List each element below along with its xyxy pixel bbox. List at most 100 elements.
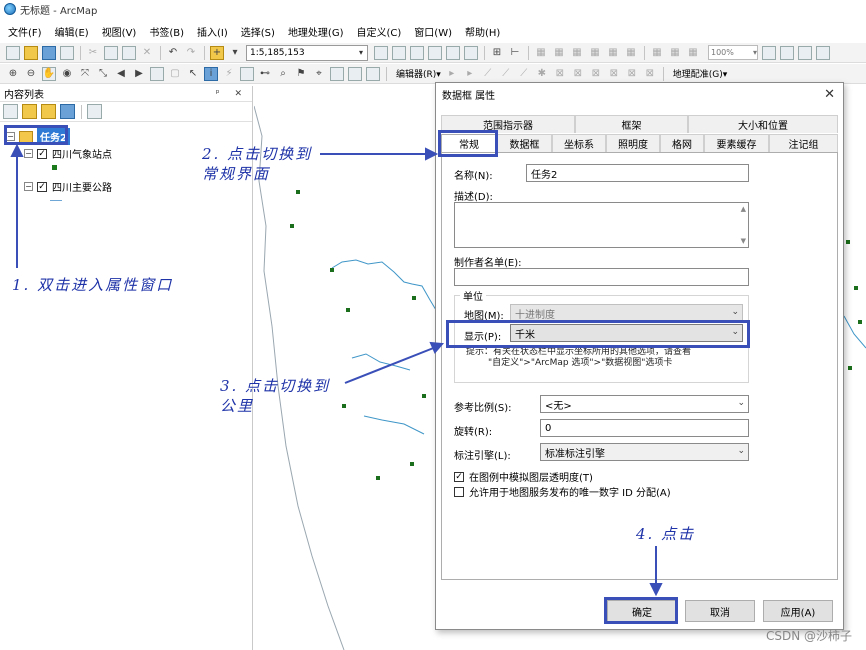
html-popup-icon[interactable] [240,66,254,81]
apply-button[interactable]: 应用(A) [763,600,833,622]
go-forward-icon[interactable]: ▶ [132,67,146,81]
layout-tool-5-icon[interactable]: ▦ [606,46,620,60]
reference-scale-select[interactable]: <无> ⌄ [540,395,749,413]
edit-tool-6-icon[interactable]: ✱ [535,67,549,81]
simulate-transparency-checkbox[interactable]: ✓ [454,471,464,482]
unique-id-checkbox[interactable] [454,486,464,497]
menu-bookmarks[interactable]: 书签(B) [149,24,184,39]
edit-tool-4-icon[interactable]: ⟋ [499,67,513,81]
layout-tool-4-icon[interactable]: ▦ [588,46,602,60]
find-route-icon[interactable]: ⚑ [294,67,308,81]
scroll-down-icon[interactable]: ▼ [741,237,746,245]
tab-illumination[interactable]: 照明度 [606,134,660,152]
layout-tool-2-icon[interactable]: ▦ [552,46,566,60]
edit-tool-1-icon[interactable]: ▸ [445,67,459,81]
python-window-icon[interactable] [464,45,478,60]
toolbar-end-icon[interactable] [366,66,380,81]
layout-zoom-combo[interactable]: 100% ▾ [708,45,758,60]
simulate-transparency-row[interactable]: ✓ 在图例中模拟图层透明度(T) [454,469,593,484]
new-document-icon[interactable] [6,45,20,60]
layer-name[interactable]: 四川气象站点 [52,146,112,161]
print-icon[interactable] [60,45,74,60]
tab-coordinate-system[interactable]: 坐标系 [552,134,606,152]
layer-visibility-checkbox[interactable]: ✓ [37,181,47,192]
label-engine-select[interactable]: 标准标注引擎 ⌄ [540,443,749,461]
layout-extra-icon[interactable] [816,45,830,60]
zoom-in-icon[interactable]: ⊕ [6,67,20,81]
menu-customize[interactable]: 自定义(C) [357,24,402,39]
data-driven-pages-icon[interactable] [798,45,812,60]
edit-tool-7-icon[interactable]: ⊠ [553,67,567,81]
menu-windows[interactable]: 窗口(W) [414,24,452,39]
layer-row[interactable]: − ✓ 四川气象站点 [24,146,112,161]
search-window-icon[interactable] [428,45,442,60]
list-by-drawing-order-icon[interactable] [3,104,18,119]
collapse-icon[interactable]: − [24,149,33,158]
edit-tool-10-icon[interactable]: ⊠ [607,67,621,81]
go-to-xy-icon[interactable]: ⌖ [312,67,326,81]
tab-feature-cache[interactable]: 要素缓存 [704,134,769,152]
bar-tool-icon[interactable]: ⊢ [508,46,522,60]
cut-icon[interactable]: ✂ [86,46,100,60]
time-slider-icon[interactable] [330,66,344,81]
delete-icon[interactable]: ✕ [140,46,154,60]
map-scale-combo[interactable]: 1:5,185,153 ▾ [246,44,368,61]
undo-icon[interactable]: ↶ [166,46,180,60]
tab-frame[interactable]: 框架 [575,115,688,133]
list-by-source-icon[interactable] [22,104,37,119]
menu-view[interactable]: 视图(V) [102,24,137,39]
layout-tool-3-icon[interactable]: ▦ [570,46,584,60]
menu-geoprocessing[interactable]: 地理处理(G) [288,24,344,39]
copy-icon[interactable] [104,45,118,60]
layer-row[interactable]: − ✓ 四川主要公路 [24,179,112,194]
tab-size-and-position[interactable]: 大小和位置 [688,115,838,133]
edit-tool-12-icon[interactable]: ⊠ [643,67,657,81]
select-features-icon[interactable] [150,66,164,81]
layout-tool-9-icon[interactable]: ▦ [686,46,700,60]
unique-id-row[interactable]: 允许用于地图服务发布的唯一数字 ID 分配(A) [454,484,671,499]
find-icon[interactable]: ⌕ [276,67,290,81]
tab-grids[interactable]: 格网 [660,134,704,152]
menu-insert[interactable]: 插入(I) [197,24,228,39]
select-elements-icon[interactable]: ↖ [186,67,200,81]
toc-options-icon[interactable] [87,104,102,119]
scroll-up-icon[interactable]: ▲ [741,205,746,213]
georeferencing-menu[interactable]: 地理配准(G)▾ [673,67,728,80]
clear-selection-icon[interactable]: ▢ [168,67,182,81]
add-data-dropdown-icon[interactable]: ▾ [228,46,242,60]
change-layout-icon[interactable] [780,45,794,60]
fixed-zoom-out-icon[interactable]: ⤡ [96,67,110,81]
toc-window-controls[interactable]: ᵖ ✕ [216,89,248,99]
edit-tool-3-icon[interactable]: ⟋ [481,67,495,81]
catalog-icon[interactable] [410,45,424,60]
arctoolbox-icon[interactable] [446,45,460,60]
edit-tool-2-icon[interactable]: ▸ [463,67,477,81]
rotation-field[interactable]: 0 [540,419,749,437]
list-by-selection-icon[interactable] [60,104,75,119]
editor-toolbar-icon[interactable] [374,45,388,60]
layout-tool-1-icon[interactable]: ▦ [534,46,548,60]
cancel-button[interactable]: 取消 [685,600,755,622]
tab-annotation-groups[interactable]: 注记组 [769,134,838,152]
zoom-out-icon[interactable]: ⊖ [24,67,38,81]
fixed-zoom-in-icon[interactable]: ⤧ [78,67,92,81]
layout-tool-7-icon[interactable]: ▦ [650,46,664,60]
identify-icon[interactable]: i [204,66,218,81]
full-extent-icon[interactable]: ◉ [60,67,74,81]
menu-edit[interactable]: 编辑(E) [55,24,89,39]
menu-help[interactable]: 帮助(H) [465,24,500,39]
save-icon[interactable] [42,45,56,60]
credits-field[interactable] [454,268,749,286]
description-textarea[interactable]: ▲ ▼ [454,202,749,248]
go-back-icon[interactable]: ◀ [114,67,128,81]
layout-view-icon[interactable] [762,45,776,60]
edit-tool-8-icon[interactable]: ⊠ [571,67,585,81]
create-viewer-icon[interactable] [348,66,362,81]
open-icon[interactable] [24,45,38,60]
paste-icon[interactable] [122,45,136,60]
edit-tool-9-icon[interactable]: ⊠ [589,67,603,81]
hyperlink-icon[interactable]: ⚡ [222,67,236,81]
layer-name[interactable]: 四川主要公路 [52,179,112,194]
menu-selection[interactable]: 选择(S) [241,24,275,39]
layout-tool-8-icon[interactable]: ▦ [668,46,682,60]
